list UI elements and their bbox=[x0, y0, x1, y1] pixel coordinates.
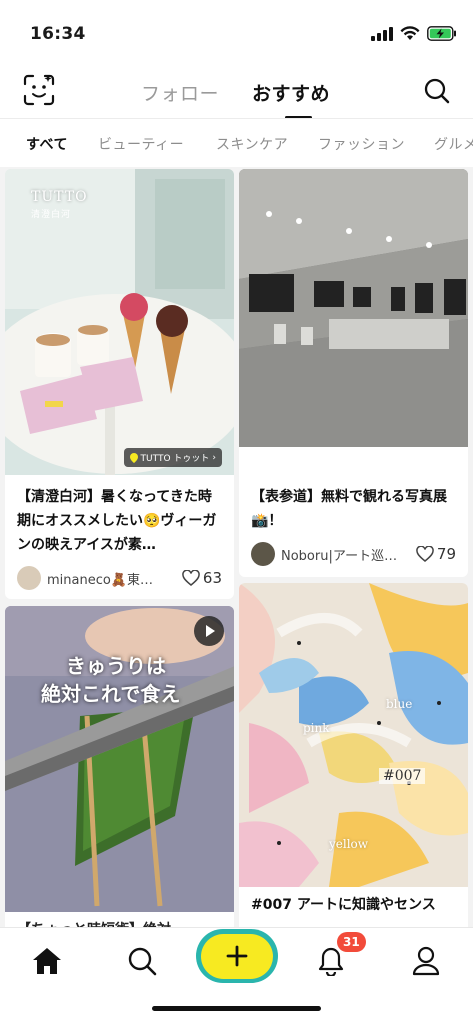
tab-follow[interactable]: フォロー bbox=[141, 79, 219, 106]
post-image: TUTTO 清澄白河 TUTTO トゥット › bbox=[5, 169, 234, 475]
post-image: blue pink #007 yellow bbox=[239, 583, 468, 887]
category-bar: すべて ビューティー スキンケア ファッション グルメ bbox=[0, 119, 473, 167]
top-header: フォロー おすすめ bbox=[0, 66, 473, 119]
feed: TUTTO 清澄白河 TUTTO トゥット › 【清澄白河】暑くなってきた時期に… bbox=[0, 167, 473, 927]
location-tag[interactable]: TUTTO トゥット › bbox=[123, 448, 222, 467]
image-brand-sub: 清澄白河 bbox=[31, 210, 72, 220]
image-brand-text: TUTTO bbox=[31, 189, 88, 205]
avatar[interactable] bbox=[251, 542, 275, 566]
tab-recommend[interactable]: おすすめ bbox=[252, 79, 330, 106]
search-icon bbox=[128, 947, 157, 976]
post-create-button[interactable] bbox=[196, 929, 278, 983]
status-bar: 16:34 bbox=[0, 0, 473, 66]
post-card-paint-art[interactable]: blue pink #007 yellow #007 アートに知識やセンス bbox=[239, 583, 468, 927]
paint-label-blue: blue bbox=[386, 697, 413, 711]
search-button[interactable] bbox=[423, 77, 451, 105]
post-image: きゅうりは 絶対これで食え bbox=[5, 606, 234, 912]
category-fashion[interactable]: ファッション bbox=[318, 134, 405, 154]
face-scan-icon bbox=[23, 74, 55, 106]
location-tag-label: TUTTO トゥット bbox=[140, 454, 210, 464]
post-meta: minaneco🧸東… 63 bbox=[17, 565, 222, 591]
play-icon bbox=[206, 625, 215, 637]
paint-label-yellow: yellow bbox=[329, 837, 369, 851]
location-pin-icon bbox=[129, 452, 138, 463]
nav-home[interactable] bbox=[19, 936, 75, 986]
image-overlay-line2: 絶対これで食え bbox=[41, 682, 181, 706]
author-name[interactable]: minaneco🧸東… bbox=[47, 569, 176, 588]
notification-badge: 31 bbox=[337, 932, 366, 952]
category-skincare[interactable]: スキンケア bbox=[216, 134, 288, 154]
image-overlay-line1: きゅうりは bbox=[66, 654, 166, 678]
post-title: 【表参道】無料で観れる写真展📸！ bbox=[251, 489, 447, 529]
video-play-button[interactable] bbox=[194, 616, 224, 646]
like-button[interactable]: 79 bbox=[416, 545, 456, 563]
search-icon bbox=[424, 78, 450, 104]
post-create-inner bbox=[201, 933, 273, 979]
post-title: #007 アートに知識やセンス bbox=[251, 897, 436, 913]
post-card-gallery[interactable]: 【表参道】無料で観れる写真展📸！ Noboru|アート巡… 79 bbox=[239, 169, 468, 577]
post-title: 【ちょっと時短術】絶対… bbox=[17, 918, 222, 927]
like-button[interactable]: 63 bbox=[182, 569, 222, 587]
post-title: 【清澄白河】暑くなってきた時期にオススメしたい🥺ヴィーガンの映えアイスが素… bbox=[17, 489, 217, 553]
signal-icon bbox=[371, 26, 393, 41]
like-count: 79 bbox=[436, 545, 456, 563]
profile-icon bbox=[412, 946, 440, 976]
like-count: 63 bbox=[202, 569, 222, 587]
post-image bbox=[239, 169, 468, 447]
status-time: 16:34 bbox=[30, 24, 86, 44]
category-all[interactable]: すべて bbox=[26, 134, 68, 154]
nav-search[interactable] bbox=[114, 936, 170, 986]
chevron-right-icon: › bbox=[212, 452, 216, 463]
heart-icon bbox=[416, 546, 434, 562]
plus-icon bbox=[226, 945, 248, 967]
category-beauty[interactable]: ビューティー bbox=[98, 134, 184, 154]
home-icon bbox=[33, 948, 61, 974]
post-meta: Noboru|アート巡… 79 bbox=[251, 541, 456, 567]
status-icons bbox=[371, 26, 457, 41]
paint-label-007: #007 bbox=[379, 768, 426, 784]
post-card-icecream[interactable]: TUTTO 清澄白河 TUTTO トゥット › 【清澄白河】暑くなってきた時期に… bbox=[5, 169, 234, 599]
post-card-cucumber[interactable]: きゅうりは 絶対これで食え 【ちょっと時短術】絶対… bbox=[5, 606, 234, 927]
home-indicator[interactable] bbox=[152, 1006, 321, 1011]
category-gourmet[interactable]: グルメ bbox=[434, 134, 473, 154]
battery-charging-icon bbox=[427, 26, 456, 41]
avatar[interactable] bbox=[17, 566, 41, 590]
paint-label-pink: pink bbox=[303, 721, 330, 735]
author-name[interactable]: Noboru|アート巡… bbox=[281, 545, 410, 564]
wifi-icon bbox=[400, 26, 420, 40]
face-scan-button[interactable] bbox=[23, 74, 55, 106]
heart-icon bbox=[182, 570, 200, 586]
nav-profile[interactable] bbox=[398, 936, 454, 986]
